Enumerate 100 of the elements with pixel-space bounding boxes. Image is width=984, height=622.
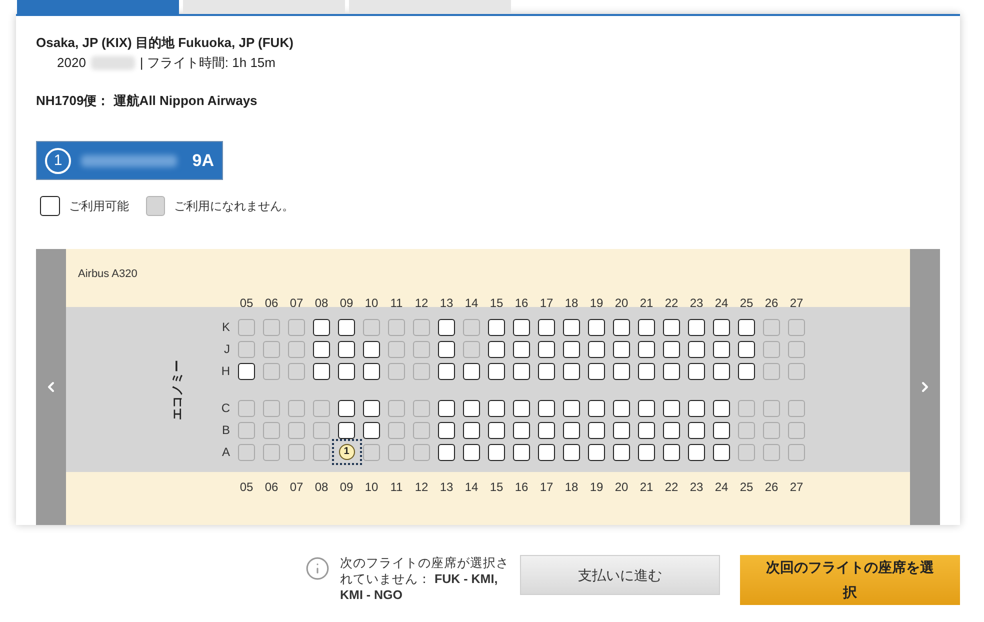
seat[interactable] [438, 400, 455, 416]
seat[interactable] [613, 340, 630, 358]
seat[interactable] [363, 340, 380, 358]
seat[interactable] [688, 400, 705, 416]
seat[interactable] [463, 444, 480, 460]
seat[interactable] [538, 362, 555, 380]
seat[interactable] [438, 444, 455, 460]
row-number: 22 [664, 479, 678, 496]
seat[interactable] [438, 362, 455, 380]
seat[interactable] [738, 362, 755, 380]
seat[interactable] [563, 318, 580, 336]
seat[interactable] [538, 318, 555, 336]
row-number: 06 [264, 479, 278, 496]
seat[interactable] [313, 318, 330, 336]
seat[interactable] [613, 318, 630, 336]
seat[interactable] [563, 340, 580, 358]
seat[interactable] [713, 422, 730, 438]
seat[interactable] [513, 362, 530, 380]
row-number: 19 [590, 295, 604, 312]
seat[interactable] [338, 340, 355, 358]
seat[interactable] [613, 400, 630, 416]
seat[interactable] [438, 340, 455, 358]
seat[interactable] [513, 340, 530, 358]
seat[interactable] [513, 444, 530, 460]
seat[interactable] [538, 444, 555, 460]
seat[interactable] [638, 362, 655, 380]
seat[interactable] [663, 362, 680, 380]
seat[interactable] [663, 340, 680, 358]
seat[interactable] [738, 340, 755, 358]
seat[interactable] [563, 422, 580, 438]
seat[interactable] [563, 362, 580, 380]
seat[interactable] [588, 340, 605, 358]
seat[interactable] [688, 444, 705, 460]
seat[interactable] [488, 340, 505, 358]
seat[interactable] [488, 444, 505, 460]
seat[interactable] [588, 400, 605, 416]
seat[interactable] [338, 422, 355, 438]
seat[interactable] [713, 340, 730, 358]
seat[interactable] [513, 422, 530, 438]
row-number: 11 [390, 479, 403, 496]
seat[interactable] [488, 400, 505, 416]
seat[interactable] [688, 422, 705, 438]
seat[interactable] [538, 422, 555, 438]
row-number: 27 [790, 479, 804, 496]
seat[interactable] [438, 318, 455, 336]
seat[interactable] [563, 444, 580, 460]
seat[interactable] [613, 444, 630, 460]
seat[interactable] [338, 400, 355, 416]
seat[interactable] [638, 340, 655, 358]
row-number: 16 [514, 295, 528, 312]
seat[interactable] [513, 318, 530, 336]
seat[interactable] [363, 400, 380, 416]
seat[interactable] [538, 340, 555, 358]
seat[interactable] [538, 400, 555, 416]
seat[interactable] [688, 318, 705, 336]
seat[interactable] [513, 400, 530, 416]
seat[interactable] [438, 422, 455, 438]
seat[interactable] [713, 362, 730, 380]
seat[interactable] [363, 362, 380, 380]
seat[interactable] [563, 400, 580, 416]
seat[interactable] [638, 318, 655, 336]
seat[interactable] [613, 422, 630, 438]
seat[interactable] [588, 422, 605, 438]
select-next-flight-seat-button[interactable]: 次回のフライトの座席を選択 [740, 555, 960, 605]
seat[interactable] [363, 422, 380, 438]
seat[interactable] [713, 318, 730, 336]
seat[interactable] [688, 340, 705, 358]
seat[interactable] [663, 400, 680, 416]
passenger-bar[interactable]: 1 9A [36, 141, 223, 180]
seat[interactable] [688, 362, 705, 380]
seat[interactable] [488, 318, 505, 336]
seat[interactable] [463, 422, 480, 438]
seat[interactable] [638, 444, 655, 460]
seat[interactable] [488, 422, 505, 438]
seat[interactable] [613, 362, 630, 380]
seat[interactable] [713, 444, 730, 460]
seat[interactable] [638, 422, 655, 438]
seat[interactable] [488, 362, 505, 380]
seat[interactable] [663, 444, 680, 460]
seat[interactable] [313, 362, 330, 380]
seat[interactable] [238, 362, 255, 380]
selected-seat[interactable]: 1 [332, 439, 362, 465]
seat[interactable] [313, 340, 330, 358]
seat[interactable] [638, 400, 655, 416]
seat[interactable] [713, 400, 730, 416]
seat[interactable] [663, 318, 680, 336]
seat[interactable] [463, 400, 480, 416]
seat[interactable] [663, 422, 680, 438]
proceed-to-payment-button[interactable]: 支払いに進む [520, 555, 720, 595]
seat[interactable] [338, 318, 355, 336]
row-number: 26 [764, 479, 778, 496]
seat[interactable] [463, 362, 480, 380]
seat[interactable] [588, 318, 605, 336]
row-number: 07 [290, 295, 304, 312]
row-number: 12 [414, 479, 428, 496]
seat[interactable] [338, 362, 355, 380]
unavailable-swatch-icon [146, 196, 165, 216]
seat[interactable] [738, 318, 755, 336]
seat[interactable] [588, 444, 605, 460]
seat[interactable] [588, 362, 605, 380]
